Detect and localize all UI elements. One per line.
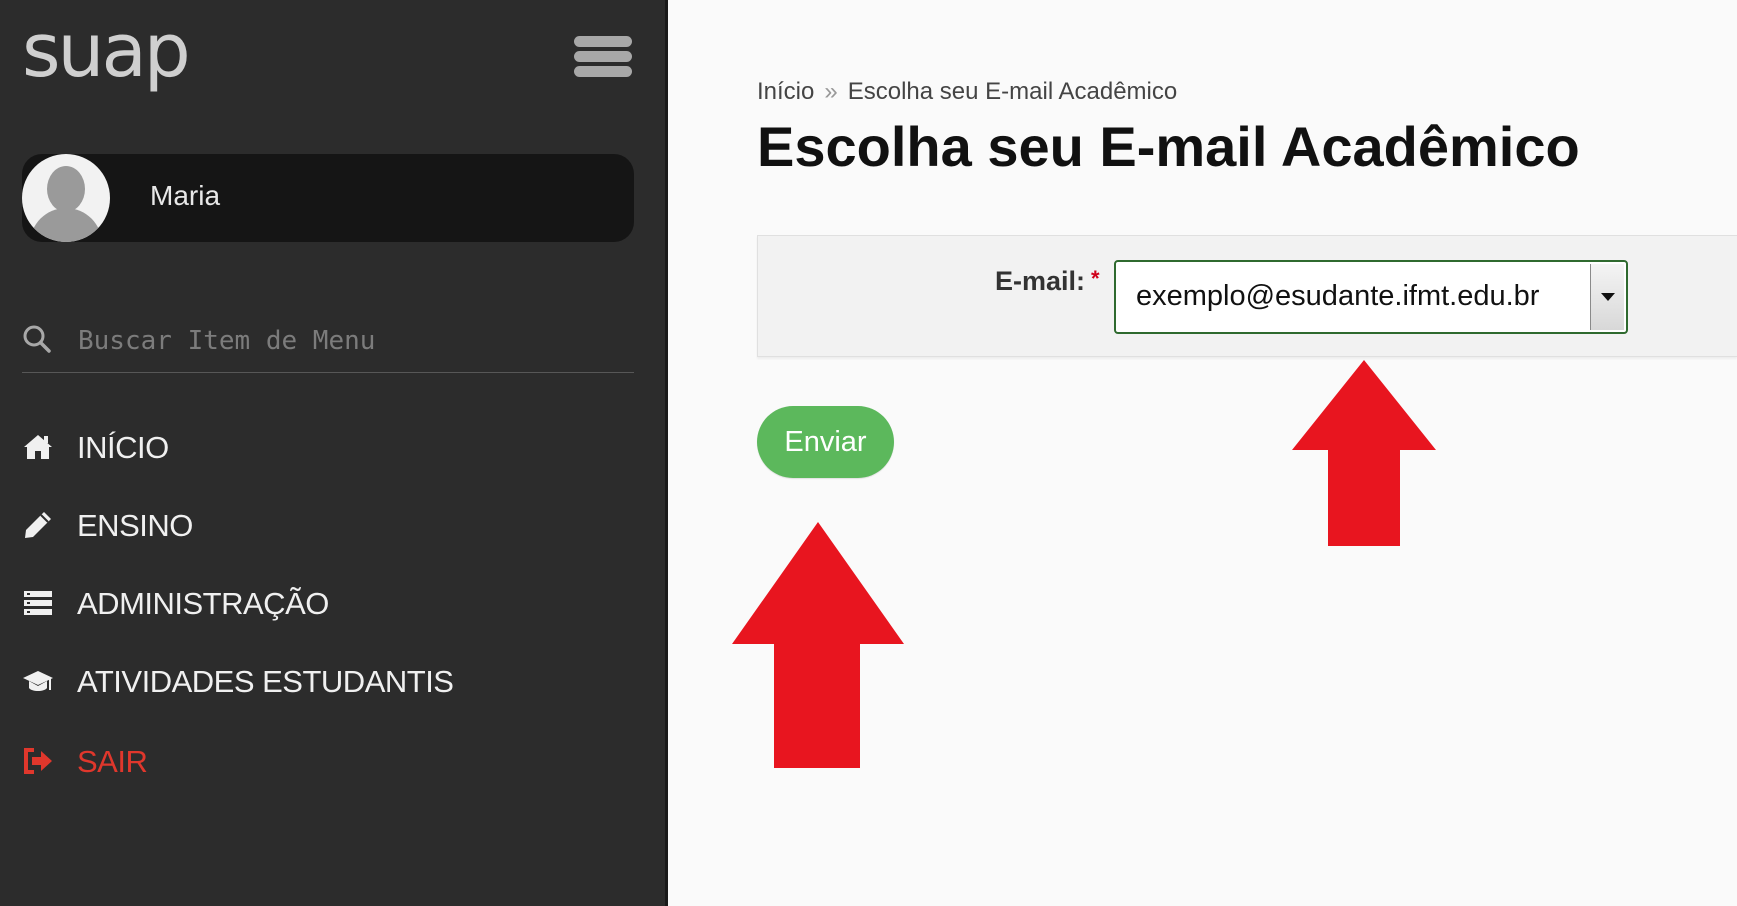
user-name: Maria <box>150 180 221 211</box>
menu-search <box>22 316 634 373</box>
sidebar-item-ensino[interactable]: ENSINO <box>22 502 642 548</box>
sidebar-item-label: ADMINISTRAÇÃO <box>77 586 329 621</box>
sidebar-item-atividades-estudantis[interactable]: ATIVIDADES ESTUDANTIS <box>22 658 642 704</box>
sidebar-item-label: SAIR <box>77 744 148 779</box>
breadcrumb-current: Escolha seu E-mail Acadêmico <box>847 78 1178 105</box>
required-marker: * <box>1091 266 1100 291</box>
sidebar-item-label: ATIVIDADES ESTUDANTIS <box>77 664 454 699</box>
app-window: suap Maria INÍCIO <box>0 0 1737 906</box>
email-field-label: E-mail: * <box>995 266 1100 297</box>
hamburger-icon[interactable] <box>574 36 634 86</box>
pencil-icon <box>25 512 51 538</box>
search-input[interactable] <box>76 322 620 360</box>
graduation-cap-icon <box>23 671 53 691</box>
submit-button[interactable]: Enviar <box>757 406 894 478</box>
avatar <box>22 154 110 242</box>
breadcrumb-separator: » <box>824 78 838 105</box>
user-card[interactable]: Maria <box>22 154 634 242</box>
red-up-arrow-icon <box>1292 360 1436 546</box>
sidebar-item-sair[interactable]: SAIR <box>22 738 642 784</box>
chevron-down-icon[interactable] <box>1590 264 1624 330</box>
breadcrumb: Início » Escolha seu E-mail Acadêmico <box>757 78 1177 106</box>
app-logo[interactable]: suap <box>22 14 191 88</box>
email-select-value: exemplo@esudante.ifmt.edu.br <box>1136 280 1540 312</box>
list-icon <box>24 591 52 615</box>
email-label-text: E-mail: <box>995 266 1086 296</box>
main-content: Início » Escolha seu E-mail Acadêmico Esco… <box>668 0 1737 906</box>
sidebar-item-label: INÍCIO <box>77 430 169 465</box>
sidebar: suap Maria INÍCIO <box>0 0 668 906</box>
email-form-panel: E-mail: * exemplo@esudante.ifmt.edu.br <box>757 235 1737 357</box>
email-select[interactable]: exemplo@esudante.ifmt.edu.br <box>1114 260 1628 334</box>
sidebar-item-label: ENSINO <box>77 508 193 543</box>
sidebar-item-administracao[interactable]: ADMINISTRAÇÃO <box>22 580 642 626</box>
sidebar-item-inicio[interactable]: INÍCIO <box>22 424 642 470</box>
breadcrumb-home-link[interactable]: Início <box>757 78 814 105</box>
home-icon <box>24 435 52 459</box>
page-title: Escolha seu E-mail Acadêmico <box>757 115 1580 178</box>
search-icon <box>23 325 51 353</box>
red-up-arrow-icon <box>732 522 904 768</box>
sign-out-icon <box>24 748 52 774</box>
